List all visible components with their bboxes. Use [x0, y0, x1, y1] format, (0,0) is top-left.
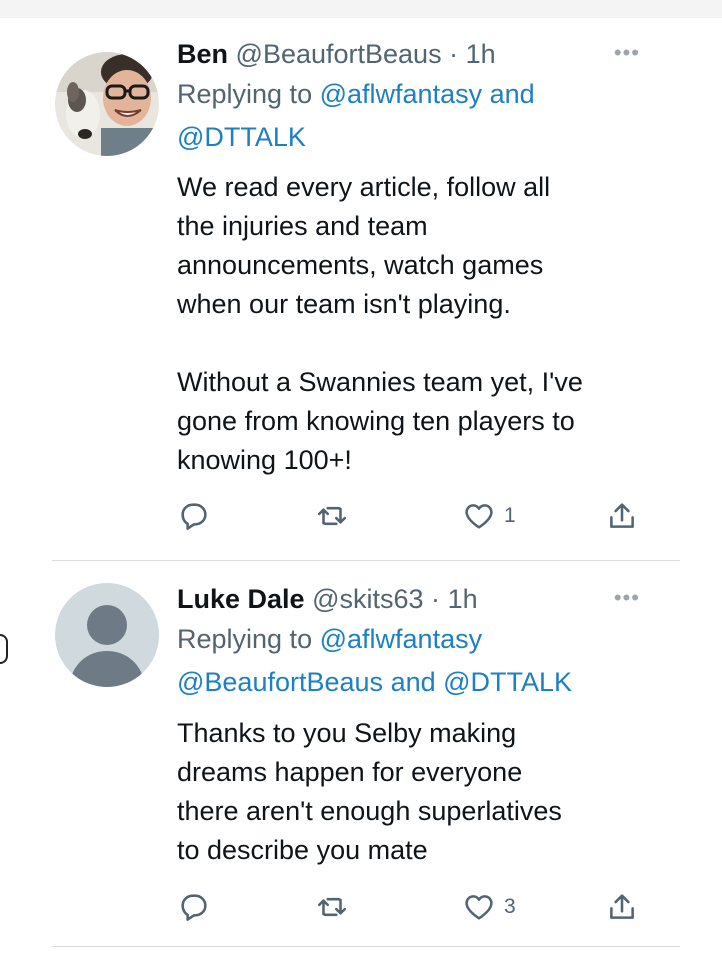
mention-link[interactable]: @aflwfantasy	[320, 79, 482, 109]
reply-icon	[181, 894, 207, 921]
tweet-header: Ben @BeaufortBeaus · 1h	[177, 38, 496, 70]
text-line: gone from knowing ten players to	[177, 406, 575, 436]
avatar[interactable]	[55, 52, 159, 156]
tweet-header: Luke Dale @skits63 · 1h	[177, 583, 478, 615]
text-line: to describe you mate	[177, 835, 428, 865]
like-icon	[465, 895, 493, 920]
text-line: dreams happen for everyone	[177, 757, 523, 787]
like-button[interactable]: 3	[462, 889, 516, 925]
share-button[interactable]	[605, 889, 639, 925]
retweet-button[interactable]	[315, 889, 349, 925]
text-line: announcements, watch games	[177, 250, 544, 280]
tweet[interactable]: Ben @BeaufortBeaus · 1h ••• Replying to …	[0, 18, 722, 560]
avatar[interactable]	[55, 583, 159, 687]
mention-link[interactable]: @BeaufortBeaus	[177, 667, 383, 697]
tweet-text: Thanks to you Selby making dreams happen…	[177, 714, 657, 870]
text-line: there aren't enough superlatives	[177, 796, 562, 826]
separator-dot: ·	[431, 584, 441, 614]
avatar-photo	[55, 52, 159, 156]
share-icon	[610, 503, 634, 528]
text-line: Thanks to you Selby making	[177, 718, 517, 748]
user-handle[interactable]: @skits63	[312, 584, 423, 614]
like-count: 1	[504, 504, 516, 527]
more-icon[interactable]: •••	[614, 585, 640, 611]
text-line	[177, 324, 657, 363]
replying-prefix: Replying to	[177, 624, 313, 654]
tweet-divider	[52, 946, 680, 947]
reply-button[interactable]	[177, 889, 211, 925]
like-count: 3	[504, 895, 516, 918]
replying-to-cont: @BeaufortBeaus and @DTTALK	[177, 660, 572, 704]
retweet-icon	[317, 506, 347, 526]
separator-dot: ·	[449, 39, 459, 69]
text-line: when our team isn't playing.	[177, 289, 511, 319]
like-button[interactable]: 1	[462, 498, 516, 534]
mention-link[interactable]: @DTTALK	[177, 122, 306, 152]
text-line: We read every article, follow all	[177, 172, 551, 202]
tweet-text: We read every article, follow all the in…	[177, 168, 657, 480]
replying-to-cont: @DTTALK	[177, 115, 306, 159]
tweet[interactable]: Luke Dale @skits63 · 1h ••• Replying to …	[0, 561, 722, 946]
default-avatar-icon	[55, 583, 159, 687]
display-name[interactable]: Ben	[177, 39, 228, 69]
timestamp[interactable]: 1h	[466, 39, 496, 69]
display-name[interactable]: Luke Dale	[177, 584, 305, 614]
retweet-button[interactable]	[315, 498, 349, 534]
mention-joiner[interactable]: and	[490, 79, 535, 109]
reply-icon	[181, 503, 207, 530]
top-bar	[0, 0, 722, 18]
reply-button[interactable]	[177, 498, 211, 534]
replying-to: Replying to @aflwfantasy	[177, 617, 482, 661]
replying-prefix: Replying to	[177, 79, 313, 109]
mention-link[interactable]: @aflwfantasy	[320, 624, 482, 654]
text-line: knowing 100+!	[177, 445, 352, 475]
retweet-icon	[317, 897, 347, 917]
mention-joiner[interactable]: and	[391, 667, 436, 697]
timestamp[interactable]: 1h	[448, 584, 478, 614]
user-handle[interactable]: @BeaufortBeaus	[236, 39, 442, 69]
text-line: the injuries and team	[177, 211, 428, 241]
more-icon[interactable]: •••	[614, 40, 640, 66]
mention-link[interactable]: @DTTALK	[443, 667, 572, 697]
action-bar: 3	[177, 889, 647, 925]
action-bar: 1	[177, 498, 647, 534]
replying-to: Replying to @aflwfantasy and	[177, 72, 535, 116]
share-button[interactable]	[605, 498, 639, 534]
like-icon	[465, 504, 493, 529]
text-line: Without a Swannies team yet, I've	[177, 367, 583, 397]
share-icon	[610, 894, 634, 919]
